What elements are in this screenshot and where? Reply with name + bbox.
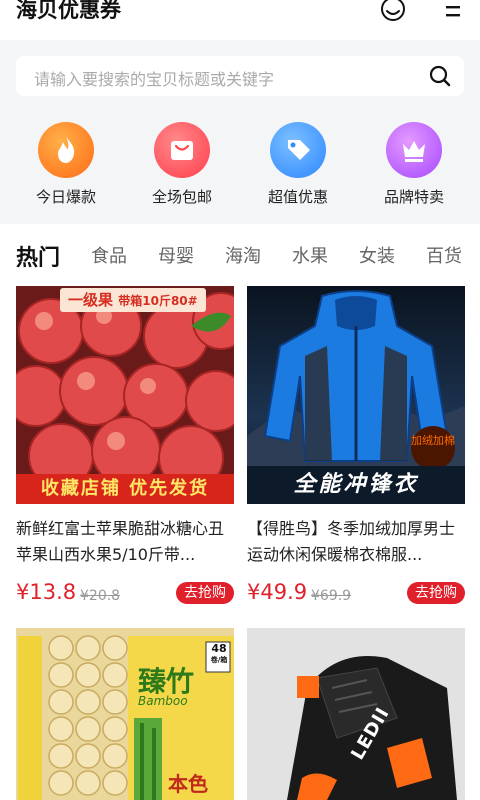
tab-baby[interactable]: 母婴 (158, 242, 194, 268)
product-card[interactable]: 加绒加棉 全能冲锋衣 【得胜鸟】冬季加绒加厚男士运动休闲保暖棉衣棉服... ¥4… (247, 286, 465, 606)
tab-overseas[interactable]: 海淘 (225, 242, 261, 268)
original-price: ¥69.9 (311, 588, 352, 604)
product-image-jacket[interactable]: 加绒加棉 全能冲锋衣 (247, 286, 465, 504)
category-free-shipping[interactable]: 全场包邮 (137, 122, 227, 207)
menu-icon[interactable] (444, 2, 464, 26)
buy-button[interactable]: 去抢购 (176, 582, 234, 604)
product-card[interactable]: 48 卷/箱 臻竹 Bamboo 本色 (16, 628, 234, 800)
product-card[interactable]: 一级果 带箱10斤80# 收藏店铺 优先发货 新鲜红富士苹果脆甜冰糖心丑苹果山西… (16, 286, 234, 606)
app-header: 海贝优惠券 (0, 0, 480, 40)
category-tabs: 热门 食品 母婴 海淘 水果 女装 百货 (0, 224, 480, 286)
product-price: ¥49.9 (247, 580, 308, 604)
tissue-brand-en: Bamboo (138, 694, 188, 708)
tab-hot[interactable]: 热门 (16, 240, 60, 272)
image-label-bottom: 全能冲锋衣 (247, 466, 465, 504)
category-great-deals[interactable]: 超值优惠 (253, 122, 343, 207)
buy-button[interactable]: 去抢购 (407, 582, 465, 604)
category-brand-sale[interactable]: 品牌特卖 (369, 122, 459, 207)
tab-general[interactable]: 百货 (426, 242, 462, 268)
warm-lining-badge: 加绒加棉 (411, 426, 455, 470)
category-shortcuts: 今日爆款 全场包邮 超值优惠 品牌特卖 (0, 114, 480, 224)
category-label: 超值优惠 (267, 188, 328, 206)
category-hot-today[interactable]: 今日爆款 (21, 122, 111, 207)
smiley-icon[interactable] (378, 0, 408, 30)
price-row: ¥49.9 ¥69.9 去抢购 (247, 580, 465, 606)
crown-icon (386, 122, 442, 178)
search-section: 请输入要搜索的宝贝标题或关键字 (0, 40, 480, 114)
tab-fruit[interactable]: 水果 (292, 242, 328, 268)
app-title: 海贝优惠券 (16, 0, 121, 22)
product-title: 【得胜鸟】冬季加绒加厚男士运动休闲保暖棉衣棉服... (247, 519, 456, 564)
tissue-sub-label: 本色 (168, 772, 208, 796)
category-label: 今日爆款 (35, 188, 96, 206)
shopping-bag-icon (154, 122, 210, 178)
product-image-apples[interactable]: 一级果 带箱10斤80# 收藏店铺 优先发货 (16, 286, 234, 504)
pack-count-badge: 48 卷/箱 (210, 642, 228, 664)
product-title: 新鲜红富士苹果脆甜冰糖心丑苹果山西水果5/10斤带... (16, 519, 225, 564)
product-grid: 一级果 带箱10斤80# 收藏店铺 优先发货 新鲜红富士苹果脆甜冰糖心丑苹果山西… (0, 286, 480, 800)
price-tag-icon (270, 122, 326, 178)
product-card[interactable]: LEDII (247, 628, 465, 800)
product-price: ¥13.8 (16, 580, 77, 604)
search-input[interactable]: 请输入要搜索的宝贝标题或关键字 (16, 56, 464, 96)
original-price: ¥20.8 (80, 588, 121, 604)
tab-food[interactable]: 食品 (91, 242, 127, 268)
category-label: 品牌特卖 (383, 188, 444, 206)
image-label-top: 一级果 带箱10斤80# (60, 288, 206, 312)
tab-womens[interactable]: 女装 (359, 242, 395, 268)
image-label-bottom: 收藏店铺 优先发货 (16, 474, 234, 504)
product-image-tissue[interactable]: 48 卷/箱 臻竹 Bamboo 本色 (16, 628, 234, 800)
search-icon[interactable] (428, 64, 452, 92)
price-row: ¥13.8 ¥20.8 去抢购 (16, 580, 234, 606)
fire-icon (38, 122, 94, 178)
search-placeholder: 请输入要搜索的宝贝标题或关键字 (34, 70, 275, 89)
product-image-sneaker[interactable]: LEDII (247, 628, 465, 800)
category-label: 全场包邮 (151, 188, 212, 206)
